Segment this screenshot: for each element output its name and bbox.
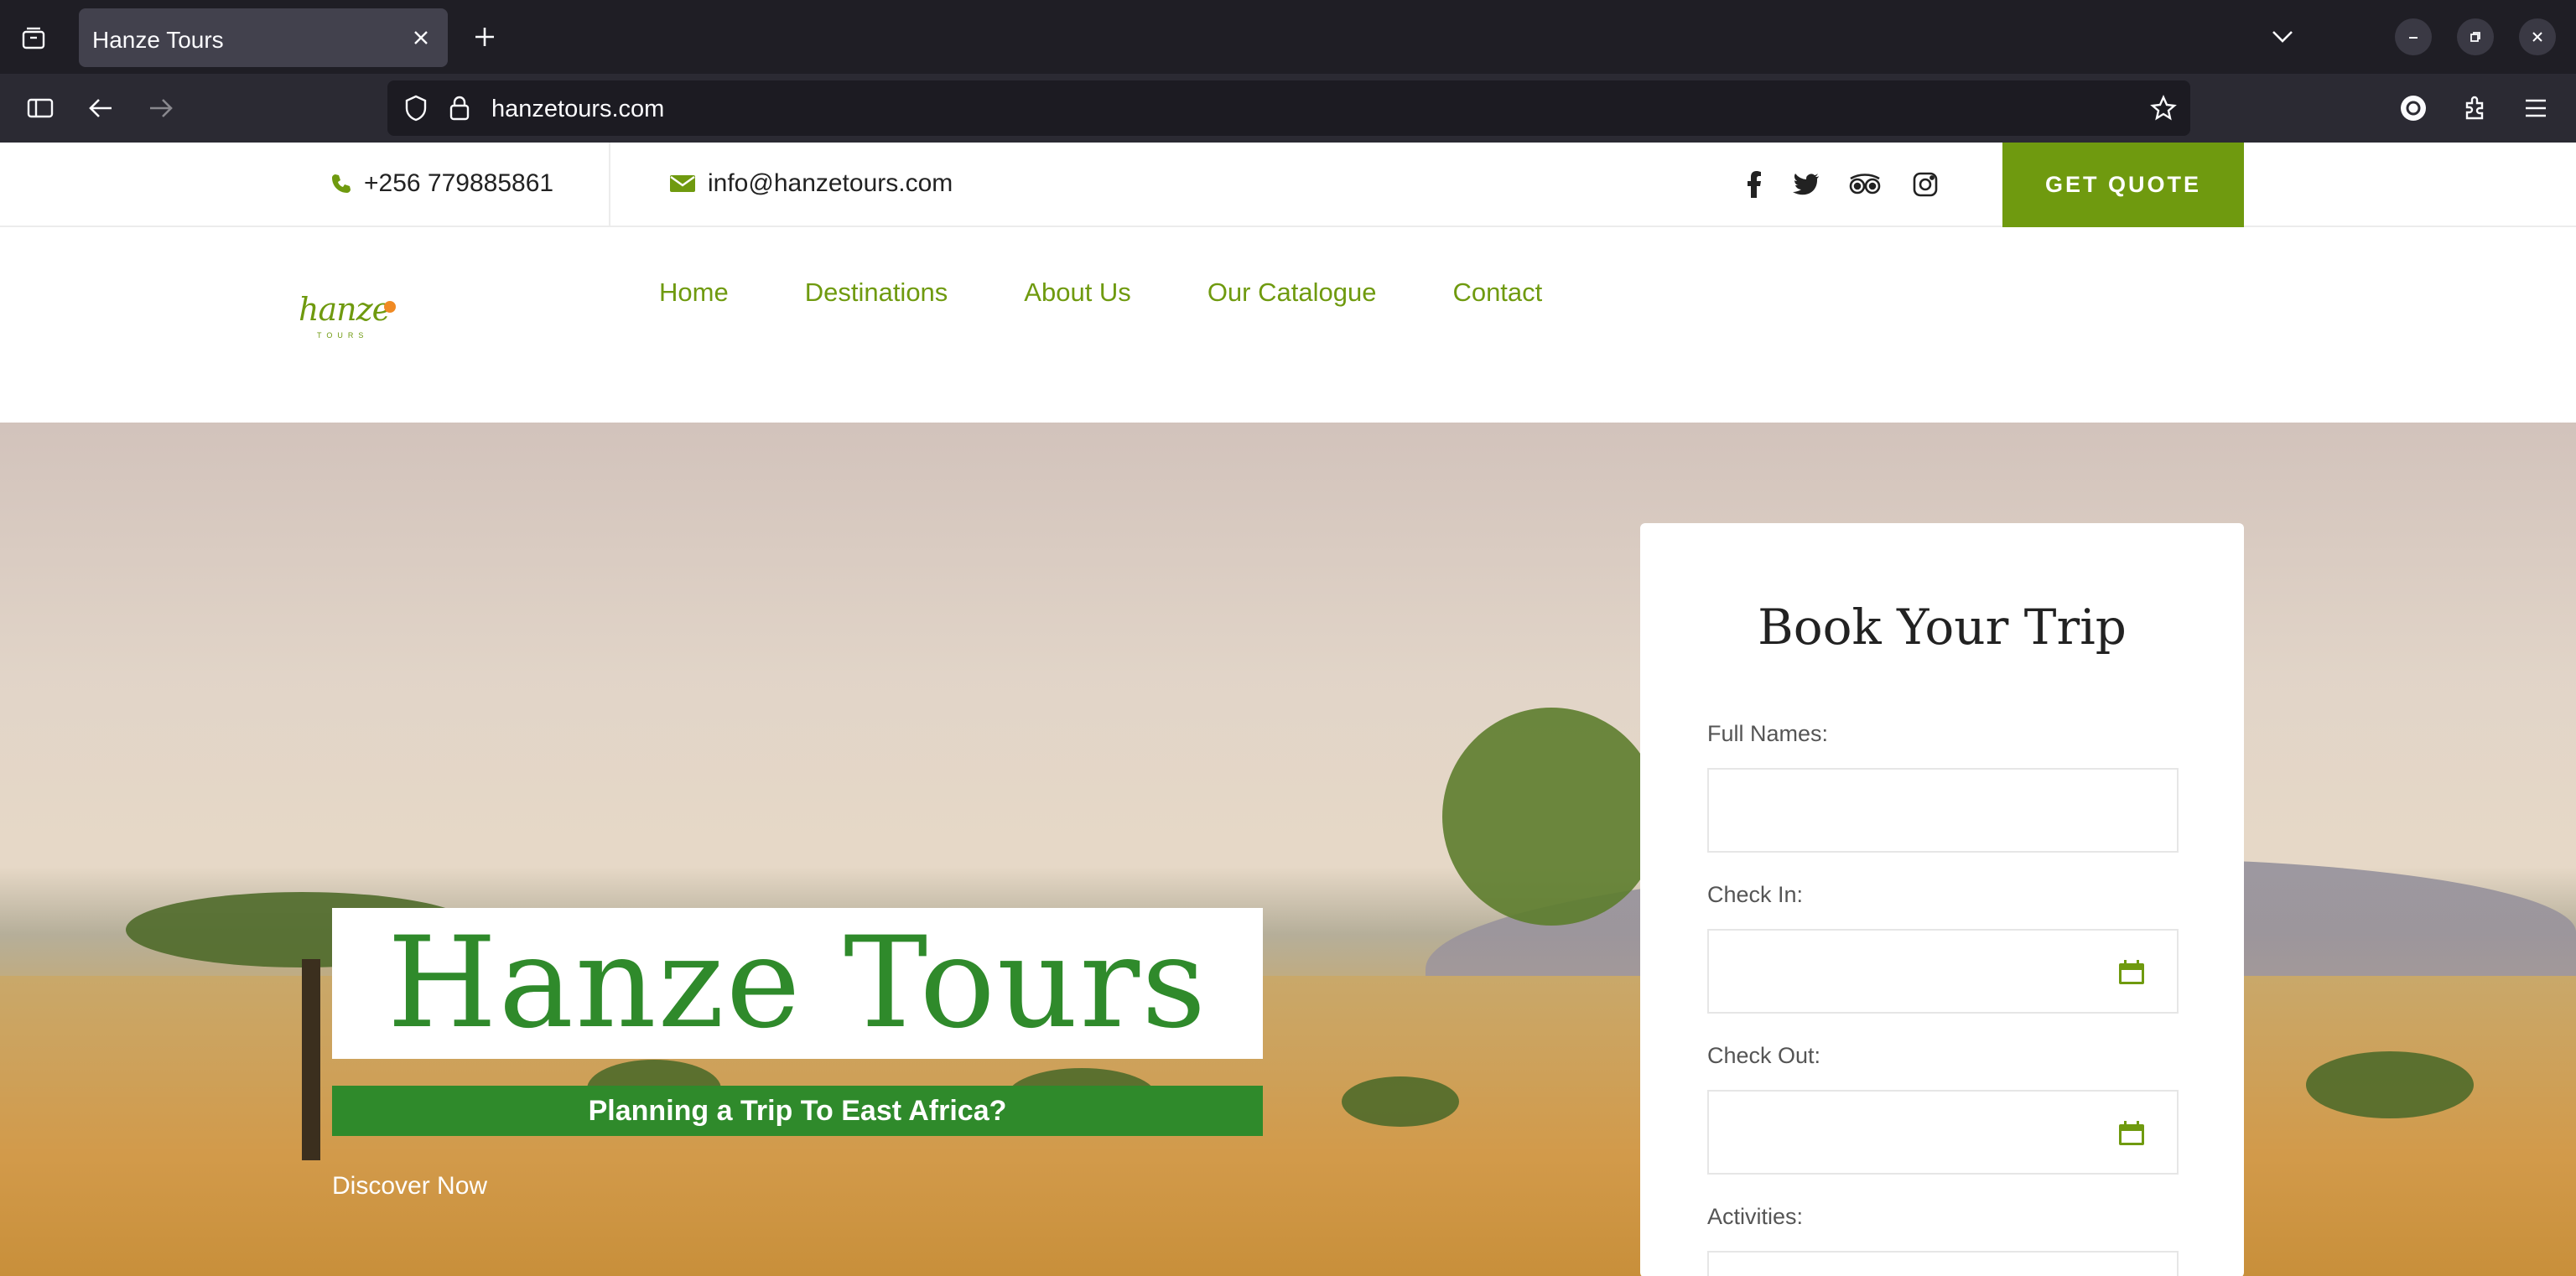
nav-item-destinations[interactable]: Destinations [805, 278, 948, 308]
full-names-label: Full Names: [1707, 721, 1829, 746]
envelope-icon [670, 175, 695, 192]
close-icon[interactable] [406, 23, 436, 53]
nav-item-home[interactable]: Home [659, 278, 729, 308]
hero-subtitle: Planning a Trip To East Africa? [588, 1094, 1007, 1127]
tree [1442, 708, 1660, 926]
window-close-icon[interactable] [2519, 18, 2556, 55]
tripadvisor-icon[interactable] [1846, 166, 1883, 203]
tab-title: Hanze Tours [92, 27, 224, 53]
bush [2306, 1051, 2474, 1118]
main-navigation: hanze TOURS Home Destinations About Us O… [0, 227, 2576, 423]
new-tab-plus-icon[interactable] [466, 18, 503, 55]
phone-contact[interactable]: +256 779885861 [330, 169, 553, 198]
hero-title-box: Hanze Tours [332, 908, 1263, 1059]
nav-item-about-us[interactable]: About Us [1024, 278, 1131, 308]
booking-form-card: Book Your Trip Full Names: Check In: Che… [1640, 523, 2244, 1276]
facebook-icon[interactable] [1736, 166, 1773, 203]
bush [1342, 1076, 1459, 1127]
site-logo[interactable]: hanze TOURS [295, 289, 396, 348]
extensions-icon[interactable] [2457, 90, 2494, 127]
browser-tab-bar: Hanze Tours [0, 0, 2576, 74]
logo-dot [384, 301, 396, 313]
activities-input[interactable] [1707, 1251, 2179, 1276]
firefox-view-icon[interactable] [15, 20, 52, 57]
phone-number: +256 779885861 [364, 169, 554, 197]
nav-menu: Home Destinations About Us Our Catalogue… [659, 278, 1618, 308]
logo-text: hanze [299, 291, 391, 328]
active-tab[interactable]: Hanze Tours [79, 8, 448, 67]
sidebar-icon[interactable] [22, 90, 59, 127]
check-out-input[interactable] [1707, 1090, 2179, 1175]
restore-icon[interactable] [2457, 18, 2494, 55]
email-contact[interactable]: info@hanzetours.com [669, 169, 953, 198]
logo-subtext: TOURS [317, 331, 369, 340]
url-text: hanzetours.com [491, 96, 665, 122]
menu-hamburger-icon[interactable] [2517, 90, 2554, 127]
account-icon[interactable] [2395, 90, 2432, 127]
hero-subtitle-bar: Planning a Trip To East Africa? [332, 1086, 1263, 1136]
activities-label: Activities: [1707, 1204, 1804, 1229]
web-page: +256 779885861 info@hanzetours.com GET Q… [0, 143, 2576, 1276]
nav-item-contact[interactable]: Contact [1452, 278, 1542, 308]
check-in-label: Check In: [1707, 882, 1804, 907]
address-bar[interactable]: hanzetours.com [387, 80, 2190, 136]
check-out-label: Check Out: [1707, 1043, 1821, 1068]
calendar-icon[interactable] [2116, 1118, 2147, 1149]
booking-title: Book Your Trip [1758, 599, 2127, 656]
bookmark-star-icon[interactable] [2147, 91, 2180, 125]
calendar-icon[interactable] [2116, 957, 2147, 988]
hero-title: Hanze Tours [387, 910, 1208, 1056]
tree-trunk [302, 959, 320, 1160]
nav-item-our-catalogue[interactable]: Our Catalogue [1208, 278, 1377, 308]
minimize-icon[interactable] [2395, 18, 2432, 55]
discover-now-link[interactable]: Discover Now [332, 1172, 487, 1201]
email-address: info@hanzetours.com [708, 169, 953, 197]
forward-arrow-icon[interactable] [143, 90, 179, 127]
browser-nav-bar: hanzetours.com [0, 74, 2576, 143]
lock-icon[interactable] [443, 91, 476, 125]
shield-icon[interactable] [399, 91, 433, 125]
instagram-icon[interactable] [1907, 166, 1944, 203]
phone-icon [332, 174, 351, 193]
get-quote-button[interactable]: GET QUOTE [2002, 143, 2244, 227]
twitter-icon[interactable] [1788, 166, 1825, 203]
chevron-down-icon[interactable] [2264, 18, 2301, 55]
back-arrow-icon[interactable] [82, 90, 119, 127]
hero-banner: Hanze Tours Planning a Trip To East Afri… [0, 423, 2576, 1276]
full-names-input[interactable] [1707, 768, 2179, 853]
check-in-input[interactable] [1707, 929, 2179, 1014]
topbar-divider [609, 143, 610, 227]
contact-top-bar: +256 779885861 info@hanzetours.com GET Q… [0, 143, 2576, 227]
